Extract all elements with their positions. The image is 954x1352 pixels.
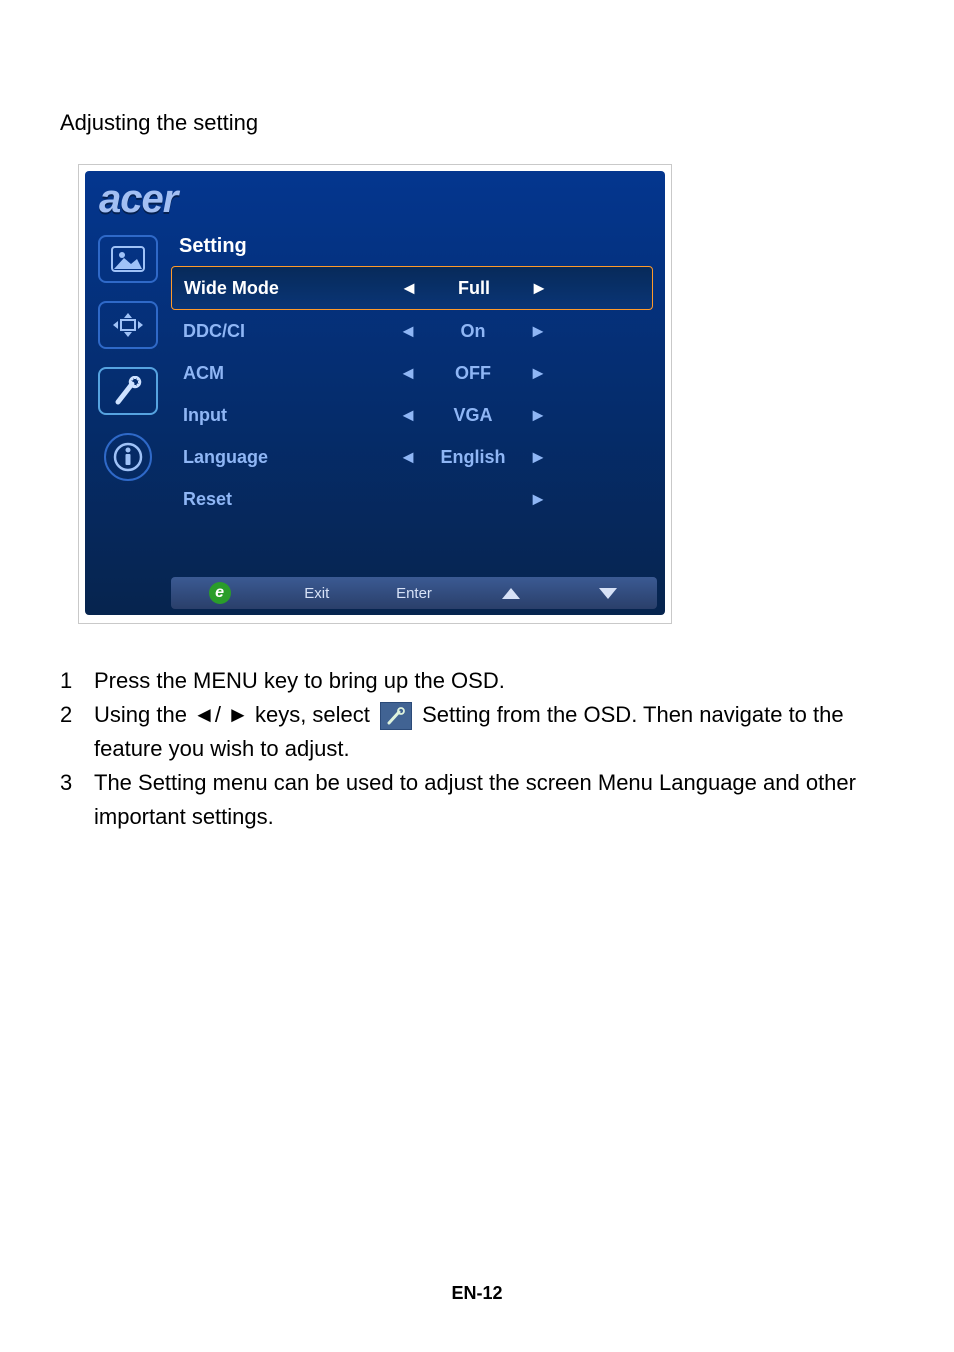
step-text: Press the MENU key to bring up the OSD. [94, 664, 894, 698]
osd-panel-title: Setting [171, 231, 653, 266]
footer-e-button[interactable]: e [171, 582, 268, 604]
triangle-down-icon [599, 588, 617, 599]
row-label: Reset [183, 489, 393, 510]
step-text-part: keys, select [249, 702, 376, 727]
step-number: 3 [60, 766, 94, 834]
step-text-part: Using the [94, 702, 193, 727]
left-arrow-icon[interactable]: ◄ [394, 278, 424, 299]
osd-row-language[interactable]: Language ◄ English ► [171, 436, 653, 478]
footer-enter-button[interactable]: Enter [365, 585, 462, 602]
tab-setting-icon[interactable] [98, 367, 158, 415]
left-arrow-icon[interactable]: ◄ [393, 405, 423, 426]
page-number: EN-12 [0, 1283, 954, 1304]
left-arrow-icon[interactable]: ◄ [393, 321, 423, 342]
row-label: Language [183, 447, 393, 468]
osd-row-wide-mode[interactable]: Wide Mode ◄ Full ► [171, 266, 653, 310]
step-number: 2 [60, 698, 94, 766]
row-label: Input [183, 405, 393, 426]
right-arrow-icon[interactable]: ► [523, 489, 553, 510]
right-arrow-icon[interactable]: ► [523, 447, 553, 468]
row-value: VGA [423, 405, 523, 426]
row-label: ACM [183, 363, 393, 384]
key-glyph: ◄/ ► [193, 702, 249, 727]
instructions-list: 1 Press the MENU key to bring up the OSD… [60, 664, 894, 834]
osd-row-ddcci[interactable]: DDC/CI ◄ On ► [171, 310, 653, 352]
osd-row-input[interactable]: Input ◄ VGA ► [171, 394, 653, 436]
osd-row-acm[interactable]: ACM ◄ OFF ► [171, 352, 653, 394]
tab-info-icon[interactable] [104, 433, 152, 481]
osd-footer-bar: e Exit Enter [171, 577, 657, 609]
right-arrow-icon[interactable]: ► [524, 278, 554, 299]
section-title: Adjusting the setting [60, 110, 894, 136]
right-arrow-icon[interactable]: ► [523, 405, 553, 426]
row-value: Full [424, 278, 524, 299]
setting-inline-icon [380, 702, 412, 730]
tab-picture-icon[interactable] [98, 235, 158, 283]
osd-screenshot: acer [78, 164, 672, 624]
footer-exit-button[interactable]: Exit [268, 585, 365, 602]
footer-up-button[interactable] [463, 588, 560, 599]
footer-down-button[interactable] [560, 588, 657, 599]
row-label: DDC/CI [183, 321, 393, 342]
step-number: 1 [60, 664, 94, 698]
right-arrow-icon[interactable]: ► [523, 363, 553, 384]
osd-row-reset[interactable]: Reset ◄ ► [171, 478, 653, 520]
row-value: OFF [423, 363, 523, 384]
tab-position-icon[interactable] [98, 301, 158, 349]
left-arrow-icon[interactable]: ◄ [393, 363, 423, 384]
step-text: The Setting menu can be used to adjust t… [94, 766, 894, 834]
left-arrow-icon[interactable]: ◄ [393, 447, 423, 468]
osd-tab-column [85, 231, 171, 575]
triangle-up-icon [502, 588, 520, 599]
step-text: Using the ◄/ ► keys, select Setting from… [94, 698, 894, 766]
right-arrow-icon[interactable]: ► [523, 321, 553, 342]
row-value: On [423, 321, 523, 342]
brand-logo: acer [99, 177, 177, 222]
e-badge-icon: e [209, 582, 231, 604]
row-label: Wide Mode [184, 278, 394, 299]
row-value: English [423, 447, 523, 468]
